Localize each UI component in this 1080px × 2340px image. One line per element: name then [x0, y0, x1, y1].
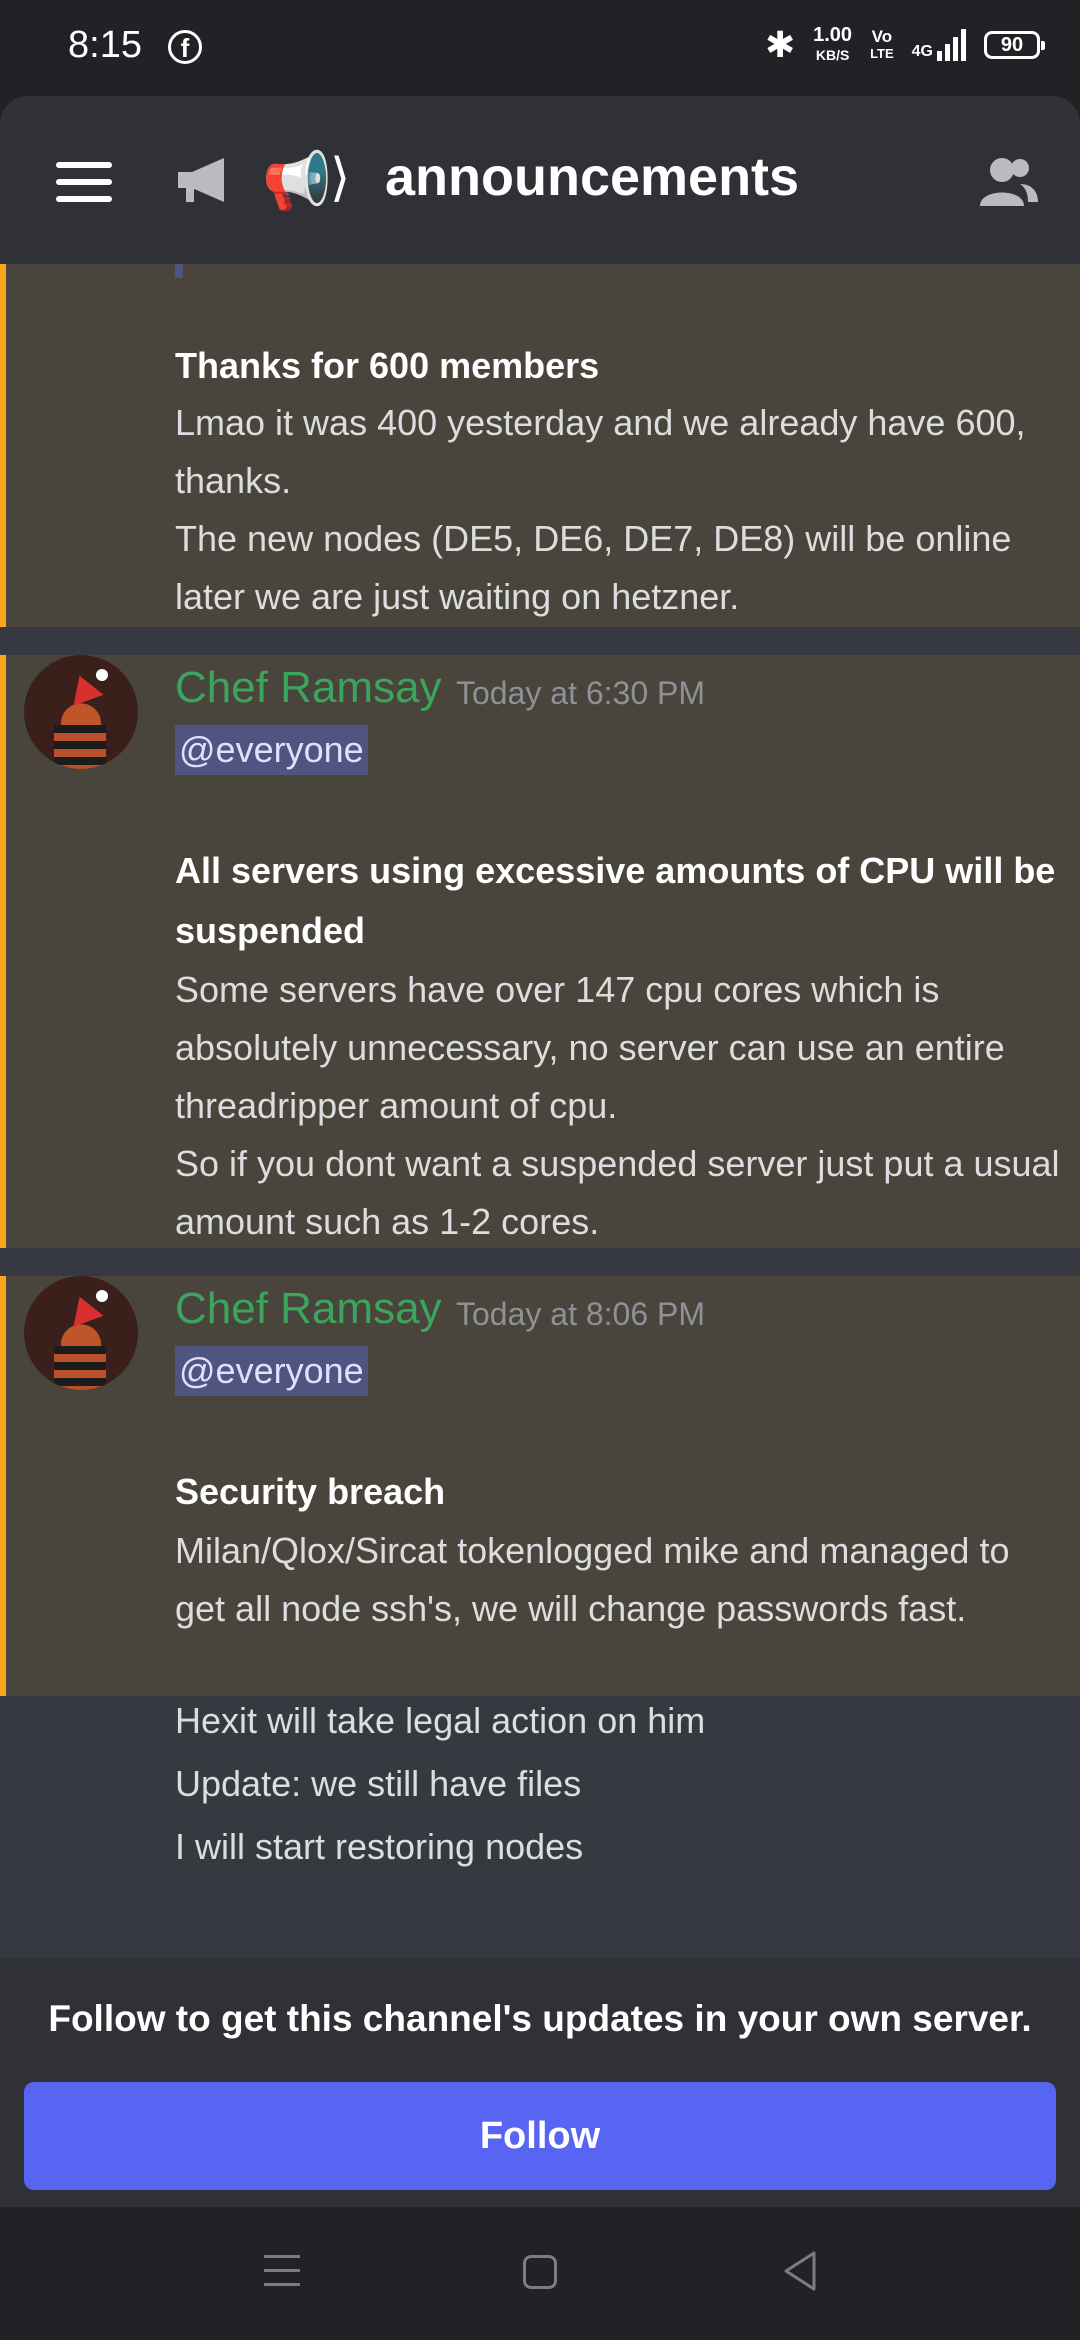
recents-icon[interactable] [264, 2255, 300, 2297]
mention[interactable]: @everyone [175, 1346, 368, 1396]
message-heading: Security breach [175, 1471, 446, 1512]
highlight-bar [0, 655, 6, 1248]
message-item[interactable]: Chef Ramsay Today at 8:06 PM @everyone S… [0, 1276, 1080, 1696]
back-icon[interactable] [780, 2249, 820, 2298]
message-line: Update: we still have files [175, 1763, 582, 1804]
signal-icon [937, 29, 966, 61]
status-icons: ✱ 1.00 KB/S Vo LTE 4G 90 [764, 24, 1045, 66]
message-line: Hexit will take legal action on him [175, 1700, 706, 1741]
discord-app: 📢 ⟩ announcements Thanks for 600 members… [0, 96, 1080, 2207]
message-line: Milan/Qlox/Sircat tokenlogged mike and m… [175, 1530, 1010, 1629]
message-line: Some servers have over 147 cpu cores whi… [175, 969, 1005, 1126]
channel-header: 📢 ⟩ announcements [0, 96, 1080, 264]
follow-panel: Follow to get this channel's updates in … [0, 1958, 1080, 2207]
avatar[interactable] [24, 655, 138, 769]
hamburger-icon[interactable] [56, 162, 112, 202]
mention[interactable]: @everyone [175, 725, 368, 775]
message-line: The new nodes (DE5, DE6, DE7, DE8) will … [175, 518, 1012, 617]
message-author[interactable]: Chef Ramsay [175, 663, 442, 713]
bluetooth-icon: ✱ [764, 24, 796, 65]
home-icon[interactable] [523, 2255, 557, 2289]
avatar[interactable] [24, 1276, 138, 1390]
facebook-notification-icon: f [168, 30, 202, 64]
battery-icon: 90 [984, 31, 1045, 59]
volte-bottom: LTE [870, 46, 894, 61]
network-speed-value: 1.00 [813, 24, 853, 46]
megaphone-icon [172, 154, 236, 211]
message-heading: All servers using excessive amounts of C… [175, 850, 1056, 951]
message-line: So if you dont want a suspended server j… [175, 1143, 1060, 1242]
members-icon[interactable] [976, 154, 1040, 215]
highlight-bar [0, 1276, 6, 1696]
network-speed: 1.00 KB/S [813, 25, 852, 65]
message-item[interactable]: Thanks for 600 members Lmao it was 400 y… [0, 250, 1080, 627]
message-item[interactable]: Chef Ramsay Today at 6:30 PM @everyone A… [0, 655, 1080, 1248]
message-timestamp: Today at 8:06 PM [456, 1296, 706, 1332]
channel-name[interactable]: announcements [385, 146, 799, 208]
status-bar: 8:15 f ✱ 1.00 KB/S Vo LTE 4G 90 [0, 0, 1080, 96]
message-author[interactable]: Chef Ramsay [175, 1284, 442, 1334]
system-nav-bar [0, 2207, 1080, 2340]
follow-prompt: Follow to get this channel's updates in … [48, 1998, 1032, 2039]
network-type: 4G [911, 43, 933, 60]
message-timestamp: Today at 6:30 PM [456, 675, 706, 711]
signal-group: 4G [912, 29, 966, 61]
volte-indicator: Vo LTE [870, 28, 894, 62]
follow-button[interactable]: Follow [24, 2082, 1056, 2190]
message-line: I will start restoring nodes [175, 1826, 584, 1867]
volte-top: Vo [871, 27, 893, 46]
message-heading: Thanks for 600 members [175, 345, 600, 386]
network-speed-unit: KB/S [815, 47, 850, 63]
channel-chevron: ⟩ [330, 149, 351, 207]
status-time: 8:15 [68, 24, 142, 66]
highlight-bar [0, 264, 6, 627]
channel-emoji: 📢 [262, 149, 332, 212]
message-line: Lmao it was 400 yesterday and we already… [175, 402, 1026, 501]
